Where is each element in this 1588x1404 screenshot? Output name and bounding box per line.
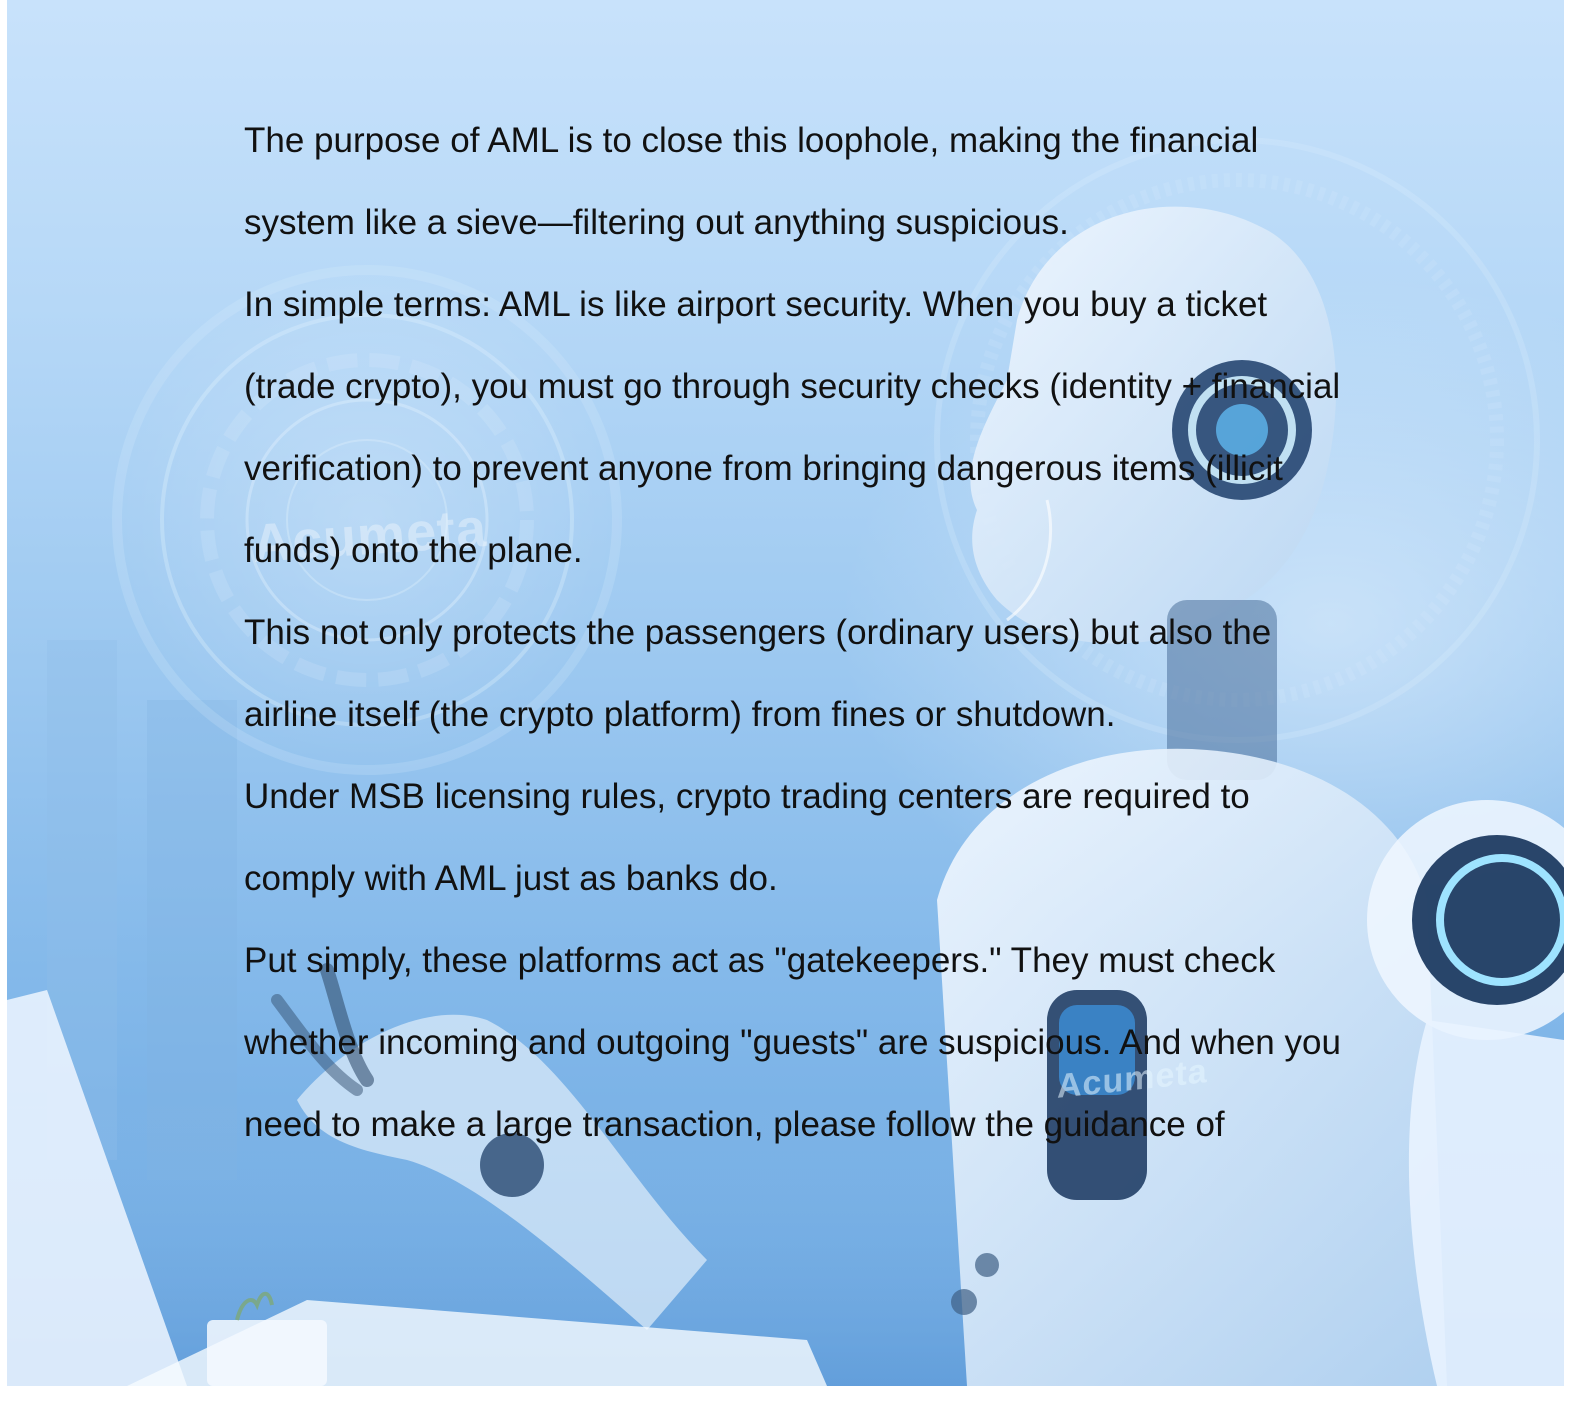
paragraph-gatekeepers: Put simply, these platforms act as "gate… — [244, 941, 1341, 1144]
paragraph-aml-purpose: The purpose of AML is to close this loop… — [244, 121, 1259, 242]
paragraph-msb-rules: Under MSB licensing rules, crypto tradin… — [244, 777, 1250, 898]
paragraph-airport-analogy: In simple terms: AML is like airport sec… — [244, 285, 1341, 570]
body-text: The purpose of AML is to close this loop… — [244, 100, 1364, 1166]
document-page: Acumeta Acumeta The purpose of AML is to… — [7, 0, 1564, 1386]
paragraph-protection: This not only protects the passengers (o… — [244, 613, 1272, 734]
